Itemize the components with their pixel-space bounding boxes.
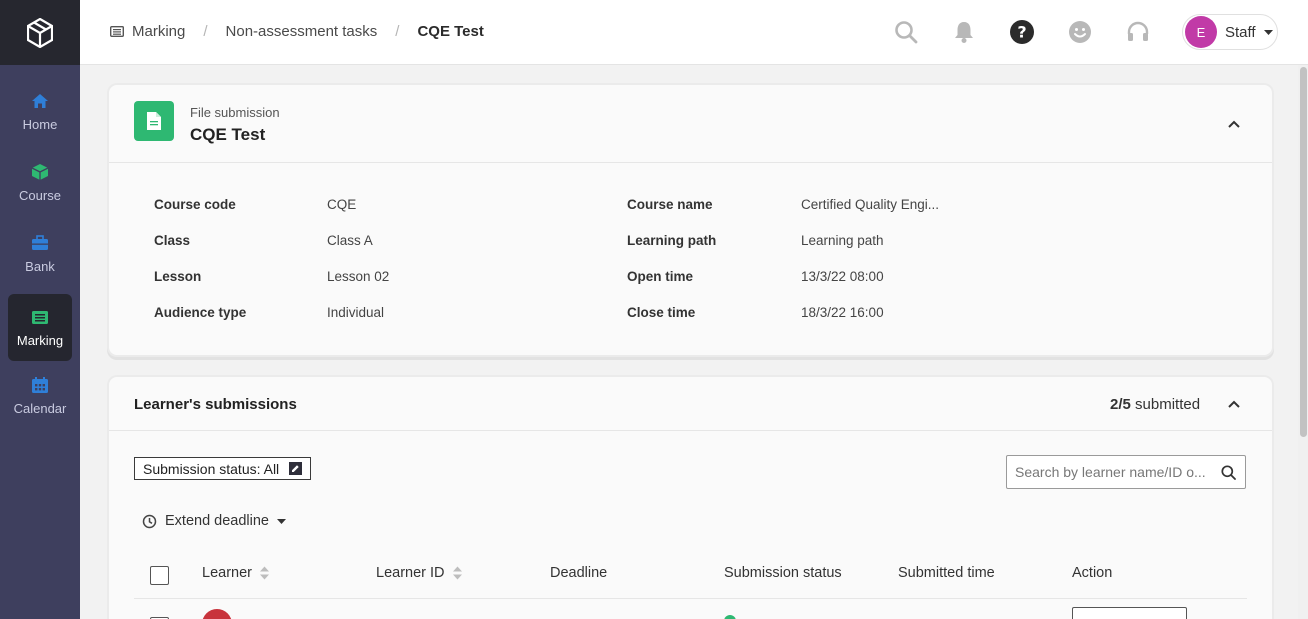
sidebar: Home Course Bank Marking Calendar: [0, 0, 80, 619]
sort-icon: [259, 566, 269, 580]
breadcrumb-separator: /: [203, 23, 208, 40]
task-type: File submission: [190, 105, 280, 120]
status-dot: [724, 615, 736, 619]
column-label: Learner ID: [376, 565, 445, 581]
detail-value: CQE: [327, 197, 357, 212]
search-icon[interactable]: [1211, 456, 1245, 488]
home-icon: [30, 91, 50, 111]
caret-down-icon: [1263, 29, 1273, 35]
caret-down-icon: [277, 518, 286, 524]
detail-label: Audience type: [154, 305, 247, 320]
scrollbar[interactable]: [1298, 65, 1308, 619]
user-name: Staff: [1225, 23, 1256, 41]
sidebar-item-bank[interactable]: Bank: [8, 220, 72, 287]
column-label: Deadline: [550, 565, 608, 581]
sidebar-item-course[interactable]: Course: [8, 149, 72, 216]
column-header-submission-status: Submission status: [724, 565, 842, 581]
headset-icon[interactable]: [1125, 19, 1151, 45]
column-label: Submitted time: [898, 565, 995, 581]
scrollbar-thumb[interactable]: [1300, 67, 1307, 437]
file-icon: [134, 101, 174, 141]
smiley-icon[interactable]: [1067, 19, 1093, 45]
detail-label: Learning path: [627, 233, 717, 248]
task-details-card: File submission CQE Test Course code CQE…: [109, 85, 1272, 355]
column-header-learner[interactable]: Learner: [202, 565, 269, 581]
marking-icon: [30, 307, 50, 327]
detail-label: Class: [154, 233, 191, 248]
detail-label: Course name: [627, 197, 713, 212]
search-icon[interactable]: [893, 19, 919, 45]
search-input[interactable]: Search by learner name/ID o...: [1015, 464, 1211, 480]
clock-history-icon: [142, 514, 157, 529]
sidebar-item-label: Course: [19, 188, 61, 203]
calendar-icon: [30, 375, 50, 395]
breadcrumb-separator: /: [395, 23, 400, 40]
list-icon: [110, 26, 124, 37]
sort-icon: [452, 566, 462, 580]
extend-deadline-label: Extend deadline: [165, 513, 269, 529]
breadcrumb: Marking / Non-assessment tasks / CQE Tes…: [110, 23, 484, 40]
column-header-submitted-time: Submitted time: [898, 565, 995, 581]
submissions-card: Learner's submissions 2/5 submitted Subm…: [109, 377, 1272, 619]
chevron-up-icon[interactable]: [1226, 116, 1242, 132]
detail-label: Open time: [627, 269, 694, 284]
sidebar-item-label: Bank: [25, 259, 55, 274]
user-menu[interactable]: E Staff: [1182, 14, 1278, 50]
column-label: Submission status: [724, 565, 842, 581]
sidebar-item-label: Home: [22, 117, 58, 132]
svg-text:?: ?: [1017, 23, 1026, 42]
task-title: CQE Test: [190, 125, 266, 144]
learner-search[interactable]: Search by learner name/ID o...: [1006, 455, 1246, 489]
column-label: Action: [1072, 565, 1113, 581]
column-header-learner-id[interactable]: Learner ID: [376, 565, 462, 581]
submitted-count-suffix: submitted: [1135, 396, 1201, 413]
sidebar-item-label: Marking: [16, 333, 64, 348]
detail-value: Individual: [327, 305, 385, 320]
column-label: Learner: [202, 565, 252, 581]
avatar: [202, 609, 232, 619]
detail-value: 13/3/22 08:00: [801, 269, 884, 284]
logo-icon: [27, 17, 53, 48]
select-all-checkbox[interactable]: [150, 566, 169, 585]
cube-icon: [30, 162, 50, 182]
bell-icon[interactable]: [951, 19, 977, 45]
section-title: Learner's submissions: [134, 396, 297, 413]
breadcrumb-current: CQE Test: [417, 23, 484, 40]
divider: [109, 430, 1272, 431]
divider: [109, 162, 1272, 163]
row-action-button[interactable]: [1072, 607, 1187, 619]
table-header-divider: [134, 598, 1247, 599]
app-logo[interactable]: [0, 0, 80, 65]
submitted-count-value: 2/5: [1110, 396, 1131, 413]
filter-label: Submission status: All: [143, 460, 280, 477]
detail-label: Close time: [627, 305, 696, 320]
column-header-deadline: Deadline: [550, 565, 607, 581]
chevron-up-icon[interactable]: [1226, 396, 1242, 412]
detail-value: Certified Quality Engi...: [801, 197, 940, 212]
detail-value: 18/3/22 16:00: [801, 305, 884, 320]
top-header: Marking / Non-assessment tasks / CQE Tes…: [80, 0, 1308, 65]
column-header-action: Action: [1072, 565, 1112, 581]
breadcrumb-marking[interactable]: Marking: [132, 23, 185, 40]
breadcrumb-non-assessment-tasks[interactable]: Non-assessment tasks: [226, 23, 378, 40]
detail-value: Learning path: [801, 233, 884, 248]
sidebar-item-home[interactable]: Home: [8, 78, 72, 145]
detail-value: Lesson 02: [327, 269, 390, 284]
detail-label: Course code: [154, 197, 236, 212]
submission-status-filter[interactable]: Submission status: All: [134, 457, 312, 480]
edit-icon: [289, 462, 303, 475]
detail-value: Class A: [327, 233, 373, 248]
briefcase-icon: [30, 233, 50, 253]
sidebar-item-marking[interactable]: Marking: [8, 294, 72, 361]
help-icon[interactable]: ?: [1009, 19, 1035, 45]
sidebar-item-label: Calendar: [13, 401, 67, 416]
submitted-count: 2/5 submitted: [1110, 396, 1200, 413]
extend-deadline-button[interactable]: Extend deadline: [142, 513, 286, 529]
avatar: E: [1185, 16, 1217, 48]
sidebar-item-calendar[interactable]: Calendar: [8, 362, 72, 429]
detail-label: Lesson: [154, 269, 202, 284]
